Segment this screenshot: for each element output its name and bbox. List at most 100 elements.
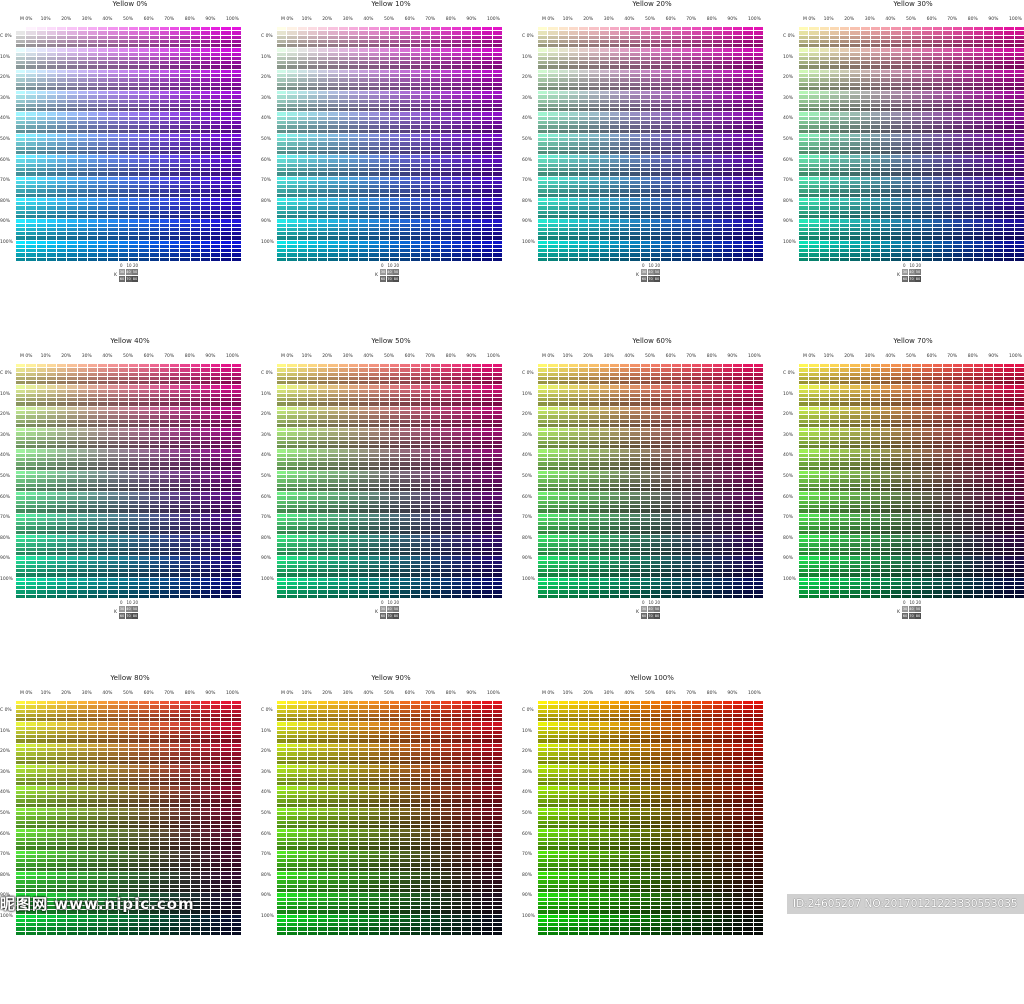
color-swatch (349, 83, 358, 86)
color-swatch (88, 57, 97, 60)
color-swatch (277, 108, 286, 111)
color-swatch (651, 142, 660, 145)
color-swatch (569, 91, 578, 94)
color-swatch (339, 91, 348, 94)
color-swatch (912, 224, 921, 227)
color-swatch (16, 177, 25, 180)
color-swatch (871, 100, 880, 103)
color-swatch (661, 125, 670, 128)
cyan-label: 50% (522, 137, 532, 142)
color-swatch (682, 147, 691, 150)
color-swatch (610, 95, 619, 98)
color-swatch (713, 27, 722, 30)
color-swatch (221, 241, 230, 244)
color-swatch (672, 185, 681, 188)
color-swatch (431, 241, 440, 244)
color-swatch (441, 138, 450, 141)
color-swatch (902, 100, 911, 103)
color-swatch (692, 112, 701, 115)
color-swatch (651, 168, 660, 171)
color-swatch (431, 211, 440, 214)
color-swatch (287, 211, 296, 214)
color-swatch (809, 232, 818, 235)
k-legend-swatch: 40 (648, 269, 654, 275)
color-swatch (974, 228, 983, 231)
color-swatch (630, 249, 639, 252)
color-swatch (702, 130, 711, 133)
color-swatch (57, 202, 66, 205)
color-swatch (579, 228, 588, 231)
color-swatch (661, 95, 670, 98)
color-swatch (47, 91, 56, 94)
color-swatch (579, 65, 588, 68)
color-swatch (390, 142, 399, 145)
color-swatch (651, 189, 660, 192)
cyan-label: 30% (783, 96, 793, 101)
color-swatch (994, 142, 1003, 145)
color-swatch (953, 57, 962, 60)
color-swatch (600, 219, 609, 222)
color-swatch (850, 219, 859, 222)
color-swatch (754, 53, 763, 56)
color-swatch (482, 61, 491, 64)
color-swatch (119, 245, 128, 248)
color-swatch (881, 206, 890, 209)
color-swatch (881, 249, 890, 252)
color-swatch (579, 232, 588, 235)
color-swatch (1015, 206, 1024, 209)
color-swatch (559, 253, 568, 256)
color-swatch (953, 27, 962, 30)
color-swatch (912, 83, 921, 86)
color-swatch (67, 95, 76, 98)
color-swatch (277, 83, 286, 86)
color-swatch (369, 249, 378, 252)
color-swatch (1004, 185, 1013, 188)
color-swatch (641, 241, 650, 244)
color-swatch (743, 95, 752, 98)
color-swatch (933, 78, 942, 81)
color-swatch (160, 177, 169, 180)
color-swatch (579, 253, 588, 256)
color-swatch (830, 112, 839, 115)
color-swatch (994, 57, 1003, 60)
color-swatch (754, 245, 763, 248)
color-swatch (713, 36, 722, 39)
color-swatch (180, 202, 189, 205)
color-swatch (579, 211, 588, 214)
color-swatch (339, 53, 348, 56)
color-swatch (37, 211, 46, 214)
color-swatch (943, 206, 952, 209)
color-swatch (891, 121, 900, 124)
color-swatch (754, 253, 763, 256)
color-swatch (963, 151, 972, 154)
color-swatch (702, 228, 711, 231)
color-swatch (98, 121, 107, 124)
color-swatch (548, 44, 557, 47)
color-swatch (67, 159, 76, 162)
color-swatch (651, 95, 660, 98)
color-swatch (160, 155, 169, 158)
color-swatch (119, 74, 128, 77)
color-swatch (150, 78, 159, 81)
color-swatch (180, 134, 189, 137)
color-swatch (431, 147, 440, 150)
color-swatch (298, 112, 307, 115)
color-swatch (308, 142, 317, 145)
color-swatch (538, 224, 547, 227)
color-swatch (723, 108, 732, 111)
color-swatch (682, 130, 691, 133)
color-swatch (651, 130, 660, 133)
color-swatch (277, 164, 286, 167)
color-swatch (548, 249, 557, 252)
color-swatch (67, 125, 76, 128)
color-swatch (600, 100, 609, 103)
color-swatch (400, 172, 409, 175)
color-swatch (441, 27, 450, 30)
color-swatch (1004, 228, 1013, 231)
color-swatch (482, 104, 491, 107)
color-swatch (180, 36, 189, 39)
color-swatch (108, 258, 117, 261)
color-swatch (569, 147, 578, 150)
color-swatch (47, 27, 56, 30)
color-swatch (298, 206, 307, 209)
